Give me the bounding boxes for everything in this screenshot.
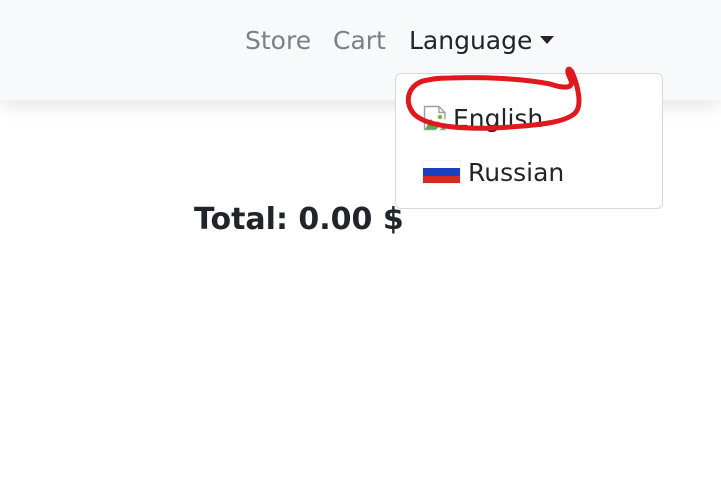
language-dropdown-menu: English Russian: [395, 73, 663, 209]
russia-flag-icon: [423, 161, 460, 183]
cart-total: Total: 0.00 $: [194, 202, 404, 237]
broken-image-icon: [423, 105, 451, 132]
caret-down-icon: [540, 36, 555, 44]
dropdown-item-label: English: [453, 103, 544, 133]
language-label: Language: [409, 26, 533, 55]
nav-cart-link[interactable]: Cart: [333, 26, 386, 56]
dropdown-item-english[interactable]: English: [396, 101, 662, 135]
nav-store-link[interactable]: Store: [245, 26, 311, 56]
language-dropdown-toggle[interactable]: Language: [409, 26, 555, 56]
dropdown-item-label: Russian: [468, 157, 565, 187]
dropdown-item-russian[interactable]: Russian: [396, 155, 662, 189]
